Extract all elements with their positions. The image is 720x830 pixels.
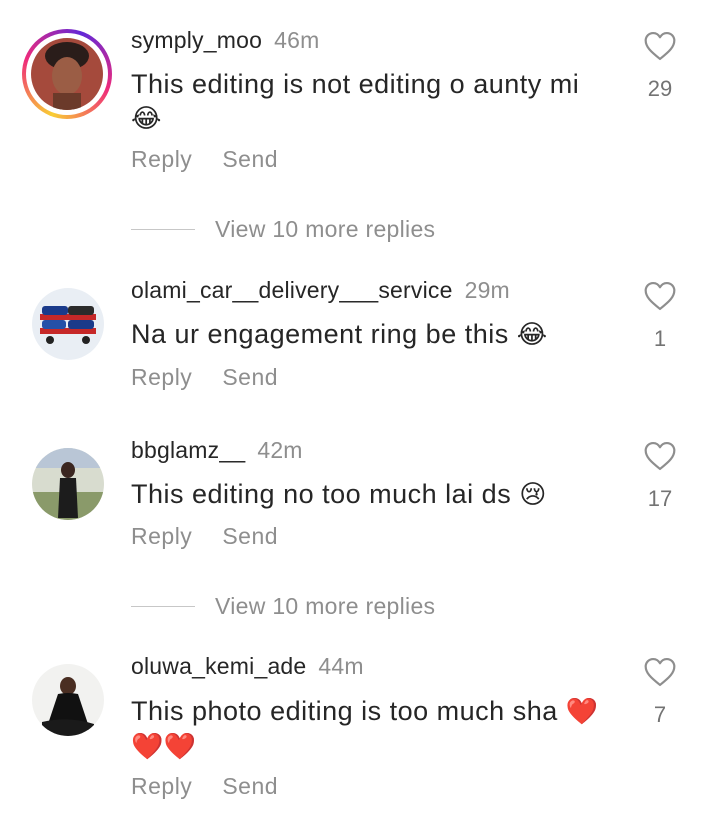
divider-line <box>131 228 195 230</box>
send-button[interactable]: Send <box>222 773 278 800</box>
username[interactable]: oluwa_kemi_ade 44m <box>131 653 364 680</box>
story-ring[interactable] <box>22 29 112 119</box>
timestamp: 44m <box>318 653 364 679</box>
emoji: 😂 <box>516 320 548 350</box>
comment-actions: Reply Send <box>131 364 278 391</box>
heart-icon[interactable] <box>640 441 680 471</box>
like-count: 7 <box>653 702 667 727</box>
divider-line <box>131 605 195 607</box>
view-replies-button[interactable]: View 10 more replies <box>131 214 435 244</box>
reply-button[interactable]: Reply <box>131 146 192 173</box>
comment-text: Na ur engagement ring be this 😂 <box>131 319 548 350</box>
comment-actions: Reply Send <box>131 773 278 800</box>
emoji: 😢 <box>519 480 547 510</box>
emoji: ❤️ <box>565 697 599 727</box>
like-count: 17 <box>647 486 673 511</box>
emoji: 😂 <box>131 104 162 134</box>
send-button[interactable]: Send <box>222 364 278 391</box>
comment-actions: Reply Send <box>131 523 278 550</box>
username[interactable]: bbglamz__ 42m <box>131 437 303 464</box>
view-replies-label: View 10 more replies <box>215 215 436 242</box>
username[interactable]: olami_car__delivery___service 29m <box>131 277 510 304</box>
timestamp: 46m <box>274 27 320 53</box>
comment-text: This photo editing is too much sha ❤️ ❤️❤… <box>131 696 599 762</box>
avatar[interactable] <box>31 38 103 110</box>
comment-text: This editing is not editing o aunty mi 😂 <box>131 69 580 134</box>
timestamp: 42m <box>257 437 303 463</box>
heart-icon[interactable] <box>640 31 680 61</box>
comment-text: This editing no too much lai ds 😢 <box>131 479 547 510</box>
reply-button[interactable]: Reply <box>131 773 192 800</box>
heart-icon[interactable] <box>640 657 680 687</box>
heart-icon[interactable] <box>640 281 680 311</box>
avatar[interactable] <box>32 448 104 520</box>
reply-button[interactable]: Reply <box>131 364 192 391</box>
view-replies-label: View 10 more replies <box>215 592 436 619</box>
comment-actions: Reply Send <box>131 146 278 173</box>
emoji: ❤️❤️ <box>131 732 197 762</box>
send-button[interactable]: Send <box>222 146 278 173</box>
avatar[interactable] <box>32 288 104 360</box>
timestamp: 29m <box>464 277 510 303</box>
like-count: 29 <box>647 76 673 101</box>
reply-button[interactable]: Reply <box>131 523 192 550</box>
like-count: 1 <box>653 326 667 351</box>
view-replies-button[interactable]: View 10 more replies <box>131 591 435 621</box>
send-button[interactable]: Send <box>222 523 278 550</box>
avatar[interactable] <box>32 664 104 736</box>
username[interactable]: symply_moo 46m <box>131 27 319 54</box>
